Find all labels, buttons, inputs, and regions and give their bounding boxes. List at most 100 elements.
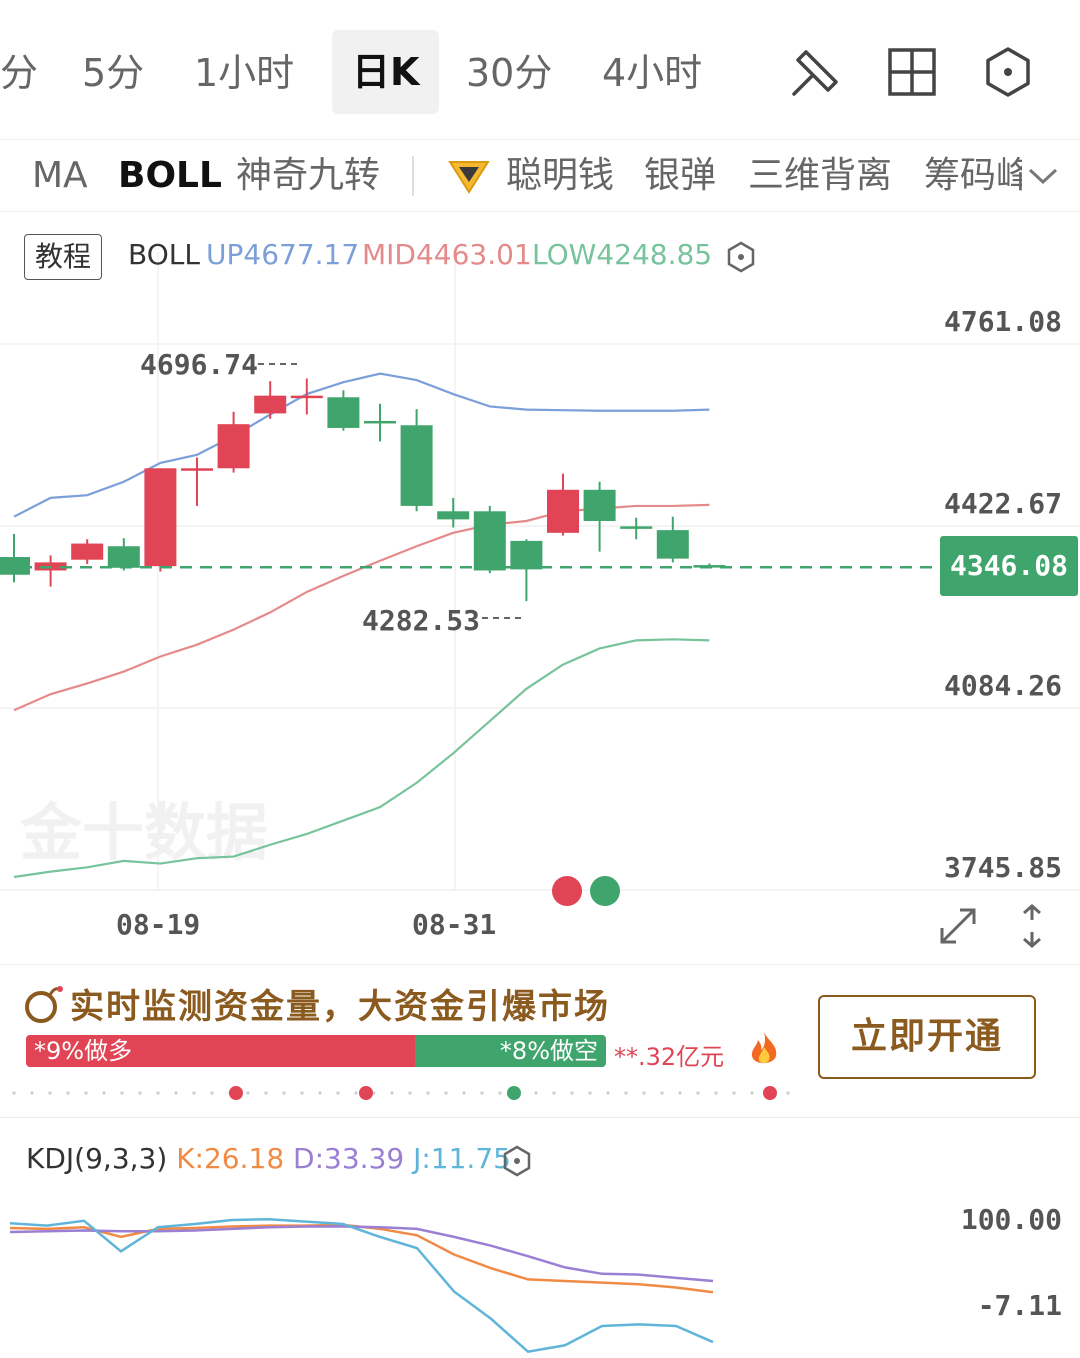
timeline-tick — [318, 1091, 322, 1095]
diamond-vip-icon — [448, 161, 490, 194]
candle-body — [0, 557, 30, 575]
timeline-tick — [534, 1091, 538, 1095]
capital-flow-promo[interactable]: 实时监测资金量，大资金引爆市场 *9%做多 *8%做空 **.32亿元 立即开通 — [0, 964, 1080, 1118]
indicator-silver-bullet[interactable]: 银弹 — [644, 152, 716, 200]
tab-partial-minute[interactable]: 分 — [0, 44, 38, 102]
short-label: *8%做空 — [499, 1037, 598, 1065]
indicator-smart-money[interactable]: 聪明钱 — [506, 152, 614, 200]
kdj-j-line — [9, 1217, 714, 1354]
activate-now-button[interactable]: 立即开通 — [818, 995, 1036, 1079]
bomb-icon — [25, 986, 63, 1023]
candle-body — [583, 489, 616, 521]
timeline-tick — [498, 1091, 502, 1095]
tab-1hour[interactable]: 1小时 — [194, 44, 294, 102]
chevron-down-icon[interactable] — [1026, 162, 1060, 190]
y-tick-label: 4761.08 — [944, 305, 1062, 338]
timeline-tick — [786, 1091, 790, 1095]
x-tick-label: 08-31 — [412, 908, 497, 941]
timeline-tick — [300, 1091, 304, 1095]
candle — [0, 533, 30, 583]
candle — [71, 539, 104, 565]
kdj-axis-bottom: -7.11 — [978, 1289, 1062, 1322]
signal-dot — [229, 1086, 243, 1100]
tab-30min[interactable]: 30分 — [466, 44, 552, 102]
candle-body — [290, 395, 323, 399]
tab-5min[interactable]: 5分 — [82, 44, 144, 102]
timeline-tick — [390, 1091, 394, 1095]
candle — [437, 497, 470, 528]
candle-body — [181, 468, 213, 471]
candle — [400, 409, 433, 512]
timeline-tick — [426, 1091, 430, 1095]
indicator-ma[interactable]: MA — [32, 152, 88, 200]
kdj-panel[interactable]: 100.00 -7.11 KDJ(9,3,3) K:26.18 D:33.39 … — [0, 1118, 1080, 1358]
candle — [34, 555, 67, 587]
indicator-divergence[interactable]: 三维背离 — [748, 152, 892, 200]
indicator-boll[interactable]: BOLL — [118, 152, 222, 200]
candle-body — [107, 546, 140, 568]
candle — [473, 505, 506, 574]
candle-body — [547, 489, 579, 533]
tab-daily[interactable]: 日K — [332, 30, 440, 114]
timeline-tick — [66, 1091, 70, 1095]
tutorial-button[interactable]: 教程 — [24, 234, 103, 280]
candle-body — [364, 420, 396, 424]
candle-body — [510, 540, 543, 570]
candle — [656, 516, 689, 563]
candle — [217, 411, 250, 473]
timeline-tick — [336, 1091, 340, 1095]
timeline-tick — [732, 1091, 736, 1095]
timeline-tick — [210, 1091, 214, 1095]
kdj-d-value: D:33.39 — [293, 1142, 405, 1175]
timeline-tick — [678, 1091, 682, 1095]
timeline-tick — [120, 1091, 124, 1095]
timeframe-bar: 分 5分 1小时 日K 30分 4小时 — [0, 0, 1080, 140]
kdj-j-value: J:11.75 — [413, 1142, 511, 1175]
candlestick-chart[interactable]: 4761.08 4422.67 4084.26 3745.85 4696.74 … — [0, 212, 1080, 964]
candle-body — [327, 397, 360, 428]
high-extreme-label: 4696.74 — [140, 348, 258, 381]
candle-body — [400, 425, 433, 506]
tab-4hour[interactable]: 4小时 — [602, 44, 702, 102]
candle-body — [144, 468, 177, 567]
kdj-lines — [9, 1217, 714, 1354]
candle-body — [71, 543, 104, 560]
timeline-tick — [660, 1091, 664, 1095]
page-indicator-dot-green[interactable] — [590, 876, 620, 906]
layout-grid-icon[interactable] — [884, 44, 940, 100]
page-indicator-dot-red[interactable] — [552, 876, 582, 906]
kdj-header: KDJ(9,3,3) K:26.18 D:33.39 J:11.75 — [26, 1142, 511, 1175]
boll-settings-icon[interactable] — [724, 240, 758, 274]
fullscreen-expand-icon[interactable] — [934, 902, 982, 950]
vertical-scale-icon[interactable] — [1008, 902, 1056, 950]
candle-body — [620, 526, 653, 529]
draw-tool-icon[interactable] — [788, 44, 844, 100]
timeline-tick — [138, 1091, 142, 1095]
kdj-axis-top: 100.00 — [961, 1203, 1062, 1236]
timeline-tick — [696, 1091, 700, 1095]
y-tick-label: 4084.26 — [944, 669, 1062, 702]
timeline-tick — [480, 1091, 484, 1095]
timeline-tick — [444, 1091, 448, 1095]
indicator-td9[interactable]: 神奇九转 — [236, 152, 380, 200]
candle-body — [656, 530, 689, 559]
signal-dot — [763, 1086, 777, 1100]
main-chart[interactable]: 金十数据 4761.08 4422.67 4084.26 3745.85 469… — [0, 212, 1080, 964]
boll-low-value: LOW4248.85 — [532, 238, 713, 271]
long-short-bar: *9%做多 *8%做空 — [26, 1035, 606, 1067]
settings-hexagon-icon[interactable] — [980, 44, 1036, 100]
candle — [620, 517, 653, 540]
kdj-settings-icon[interactable] — [500, 1144, 534, 1178]
boll-mid-value: MID4463.01 — [362, 238, 532, 271]
timeline-tick — [462, 1091, 466, 1095]
y-tick-label: 4422.67 — [944, 487, 1062, 520]
timeline-tick — [642, 1091, 646, 1095]
timeline-tick — [12, 1091, 16, 1095]
candle — [547, 473, 579, 536]
candle — [327, 390, 360, 431]
timeline-tick — [30, 1091, 34, 1095]
indicator-chips[interactable]: 筹码峰 — [924, 152, 1022, 200]
timeline-tick — [408, 1091, 412, 1095]
timeline-tick — [606, 1091, 610, 1095]
candle-body — [254, 395, 287, 414]
